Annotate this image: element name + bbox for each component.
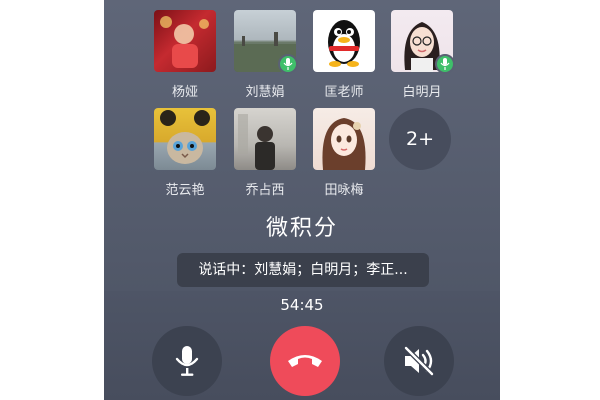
microphone-icon	[175, 346, 199, 376]
more-members-button[interactable]: 2+	[389, 108, 451, 170]
call-duration: 54:45	[280, 296, 324, 314]
hang-up-button[interactable]	[270, 326, 340, 396]
speaking-mic-icon	[435, 54, 455, 74]
member-name: 田咏梅	[324, 183, 364, 198]
avatar	[234, 108, 296, 170]
member-fanyunyan[interactable]: 范云艳	[152, 108, 218, 198]
member-name: 杨娅	[171, 85, 198, 100]
member-liuhuijuan[interactable]: 刘慧娟	[232, 10, 298, 100]
avatar	[154, 108, 216, 170]
member-kuanglaoshi[interactable]: 匡老师	[311, 10, 377, 100]
speaking-mic-icon	[278, 54, 298, 74]
phone-hangup-icon	[288, 355, 322, 367]
group-title: 微积分	[265, 216, 338, 241]
qq-penguin-icon	[328, 20, 360, 67]
avatar	[313, 10, 375, 72]
mute-button[interactable]	[152, 326, 222, 396]
member-qiaozhanxi[interactable]: 乔占西	[232, 108, 298, 198]
member-name: 乔占西	[245, 183, 285, 198]
member-yangya[interactable]: 杨娅	[152, 10, 218, 100]
group-call-screen: 杨娅 刘慧娟 匡老师 白明月 范云艳 乔占西 田咏梅 2+ 微积分 说话中：刘慧…	[104, 0, 500, 400]
avatar	[154, 10, 216, 72]
speaker-muted-icon	[404, 346, 434, 376]
member-tianyongmei[interactable]: 田咏梅	[311, 108, 377, 198]
member-name: 范云艳	[165, 183, 205, 198]
member-name: 刘慧娟	[245, 85, 285, 100]
member-baimingyue[interactable]: 白明月	[389, 10, 455, 100]
speaker-button[interactable]	[384, 326, 454, 396]
member-name: 白明月	[402, 85, 442, 100]
avatar	[313, 108, 375, 170]
member-name: 匡老师	[324, 85, 364, 100]
speaking-status: 说话中：刘慧娟；白明月；李正...	[177, 253, 429, 287]
